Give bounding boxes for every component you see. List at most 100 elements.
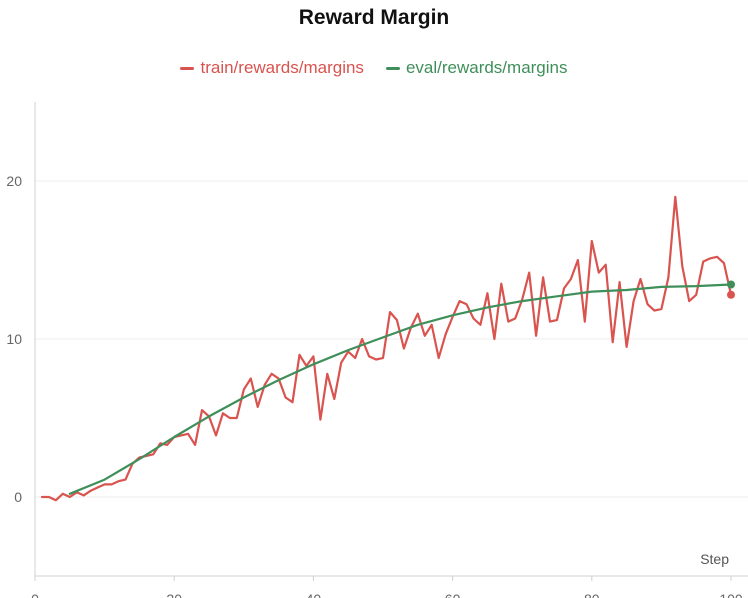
data-point-train <box>311 354 316 359</box>
data-point-train <box>116 479 121 484</box>
data-point-train <box>109 482 114 487</box>
data-point-train <box>88 488 93 493</box>
data-point-eval <box>520 299 525 304</box>
data-point-train <box>457 299 462 304</box>
data-point-train <box>506 319 511 324</box>
y-tick-label: 10 <box>6 331 22 347</box>
data-point-eval <box>276 378 281 383</box>
data-point-eval <box>694 284 699 289</box>
data-point-train <box>332 397 337 402</box>
data-point-train <box>290 400 295 405</box>
data-point-train <box>582 319 587 324</box>
data-point-train <box>394 318 399 323</box>
y-tick-label: 0 <box>14 489 22 505</box>
data-point-eval <box>727 280 735 289</box>
data-point-train <box>568 276 573 281</box>
data-point-train <box>436 355 441 360</box>
data-point-train <box>241 387 246 392</box>
data-point-train <box>360 337 365 342</box>
data-point-train <box>631 299 636 304</box>
data-point-eval <box>555 294 560 299</box>
data-point-train <box>534 333 539 338</box>
data-point-train <box>652 308 657 313</box>
y-tick-label: 20 <box>6 173 22 189</box>
data-point-train <box>325 371 330 376</box>
data-point-train <box>673 194 678 199</box>
x-tick-label: 20 <box>166 591 182 598</box>
data-point-train <box>513 316 518 321</box>
data-point-train <box>53 498 58 503</box>
data-point-train <box>638 276 643 281</box>
data-point-train <box>46 495 51 500</box>
data-point-train <box>680 264 685 269</box>
x-tick-label: 80 <box>584 591 600 598</box>
data-point-train <box>429 322 434 327</box>
data-point-eval <box>102 477 107 482</box>
data-point-train <box>443 332 448 337</box>
data-point-eval <box>485 305 490 310</box>
data-point-eval <box>659 284 664 289</box>
data-point-train <box>596 270 601 275</box>
data-point-train <box>617 280 622 285</box>
data-point-train <box>687 299 692 304</box>
data-point-eval <box>450 313 455 318</box>
data-point-train <box>722 261 727 266</box>
data-point-train <box>248 376 253 381</box>
data-point-train <box>318 417 323 422</box>
data-point-train <box>610 340 615 345</box>
data-point-train <box>102 482 107 487</box>
data-point-train <box>694 292 699 297</box>
data-point-eval <box>415 322 420 327</box>
data-point-train <box>367 354 372 359</box>
data-point-eval <box>67 491 72 496</box>
x-tick-label: 100 <box>719 591 743 598</box>
chart-canvas: 0 10 20 0 20 40 60 80 100 Step <box>6 102 748 598</box>
data-point-eval <box>589 289 594 294</box>
data-point-train <box>561 286 566 291</box>
data-point-train <box>701 259 706 264</box>
data-point-train <box>200 408 205 413</box>
data-point-train <box>527 270 532 275</box>
x-tick-label: 0 <box>31 591 39 598</box>
data-point-train <box>227 416 232 421</box>
data-point-train <box>283 395 288 400</box>
data-point-train <box>60 491 65 496</box>
data-point-train <box>485 291 490 296</box>
data-point-train <box>220 411 225 416</box>
data-point-train <box>39 495 44 500</box>
data-point-eval <box>346 348 351 353</box>
data-point-eval <box>137 457 142 462</box>
data-point-train <box>589 239 594 244</box>
x-tick-label: 60 <box>445 591 461 598</box>
x-tick-label: 40 <box>306 591 322 598</box>
tick-layer: 0 10 20 0 20 40 60 80 100 <box>6 173 742 598</box>
data-point-train <box>478 322 483 327</box>
data-point-train <box>541 275 546 280</box>
data-point-train <box>624 344 629 349</box>
data-point-train <box>659 306 664 311</box>
data-point-train <box>234 416 239 421</box>
data-point-train <box>387 310 392 315</box>
data-point-train <box>415 311 420 316</box>
data-point-train <box>95 485 100 490</box>
data-point-train <box>548 319 553 324</box>
data-point-train <box>727 290 735 299</box>
data-point-train <box>603 262 608 267</box>
data-point-train <box>353 355 358 360</box>
data-point-train <box>255 404 260 409</box>
data-point-train <box>123 477 128 482</box>
data-point-train <box>297 352 302 357</box>
data-point-train <box>374 357 379 362</box>
data-point-train <box>715 254 720 259</box>
series-layer <box>39 194 735 503</box>
data-point-eval <box>311 362 316 367</box>
data-point-train <box>492 337 497 342</box>
data-point-eval <box>241 395 246 400</box>
data-point-train <box>645 302 650 307</box>
grid-layer <box>35 180 748 498</box>
data-point-eval <box>172 434 177 439</box>
data-point-train <box>401 346 406 351</box>
data-point-train <box>422 333 427 338</box>
data-point-train <box>464 302 469 307</box>
data-point-train <box>186 431 191 436</box>
